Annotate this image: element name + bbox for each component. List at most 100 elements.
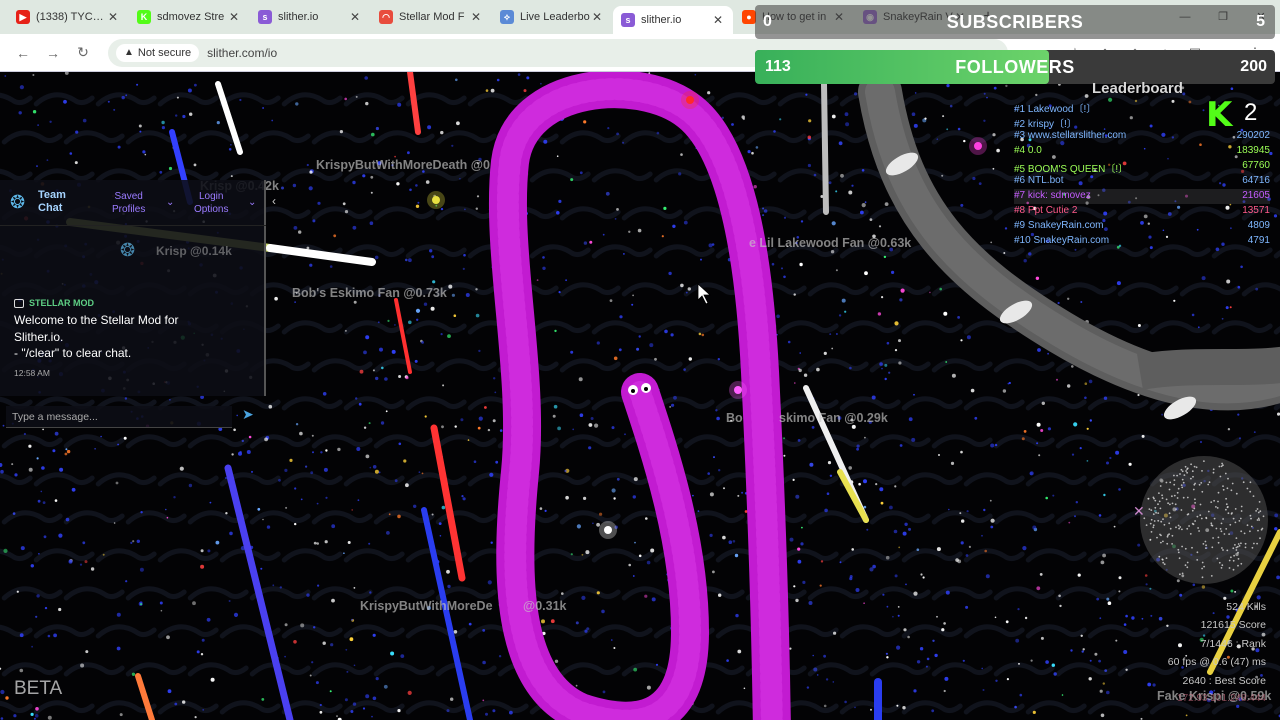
kills-stat: 524 Kills: [1226, 601, 1266, 613]
food-dot: [363, 350, 367, 355]
food-dot: [1103, 396, 1108, 400]
chat-input[interactable]: Type a message...: [6, 406, 232, 428]
browser-tab[interactable]: ◠ Stellar Mod F ✕: [371, 3, 491, 31]
food-dot: [408, 320, 412, 325]
food-dot: [986, 96, 988, 99]
collapse-chevron-icon[interactable]: ‹: [272, 194, 276, 208]
food-dot: [669, 406, 671, 408]
food-dot: [1014, 705, 1017, 709]
back-icon[interactable]: ←: [8, 45, 38, 61]
minimap-dot: [1182, 481, 1185, 484]
minimap-dot: [1181, 478, 1184, 481]
food-dot: [346, 670, 349, 673]
food-dot: [1021, 437, 1025, 441]
security-chip[interactable]: ▲ Not secure: [116, 43, 200, 62]
minimap-dot: [1173, 483, 1176, 486]
food-dot: [372, 369, 375, 372]
minimap-dot: [1194, 520, 1196, 522]
background-swoosh: [1273, 705, 1280, 715]
send-icon[interactable]: ➤: [242, 406, 254, 423]
close-icon[interactable]: ✕: [106, 10, 120, 24]
chevron-down-icon[interactable]: ⌄: [248, 197, 256, 208]
close-icon[interactable]: ✕: [227, 10, 241, 24]
minimap-dot: [1257, 529, 1259, 532]
leaderboard-row: #8 Ppt Cutie 2 13571: [1014, 204, 1270, 219]
beta-label: BETA: [14, 678, 63, 699]
tab-team-chat[interactable]: Team Chat: [38, 189, 66, 215]
food-dot: [718, 593, 722, 597]
score-stat: 121615 Score: [1200, 619, 1266, 632]
reload-icon[interactable]: ↻: [68, 44, 98, 61]
minimap-dot: [1166, 542, 1169, 545]
food-dot: [904, 522, 908, 526]
food-dot: [1115, 639, 1118, 642]
browser-tab[interactable]: Ksdmovez Stre ✕: [129, 3, 249, 31]
food-dot: [478, 349, 481, 353]
food-dot: [897, 606, 900, 608]
background-swoosh: [559, 130, 621, 145]
food-dot: [1084, 382, 1088, 386]
food-dot: [284, 623, 288, 627]
minimap-dot: [1232, 559, 1235, 562]
food-dot: [808, 601, 813, 605]
food-dot: [403, 459, 407, 463]
background-swoosh: [467, 700, 529, 715]
browser-tab[interactable]: s slither.io ✕: [250, 3, 370, 31]
food-dot: [908, 417, 913, 422]
food-dot: [601, 609, 605, 614]
tab-favicon-icon: ●: [742, 10, 756, 24]
food-dot: [1158, 616, 1163, 621]
food-dot: [792, 478, 795, 481]
food-dot: [716, 416, 720, 421]
close-icon[interactable]: ✕: [590, 10, 604, 24]
close-icon[interactable]: ✕: [469, 10, 483, 24]
food-dot: [762, 207, 765, 210]
food-dot: [1125, 668, 1128, 671]
food-dot: [364, 76, 369, 80]
minimap-dot: [1163, 563, 1166, 566]
food-dot: [289, 458, 293, 462]
food-dot: [839, 561, 842, 564]
food-dot: [166, 635, 170, 640]
food-dot: [176, 96, 179, 99]
mod-badge-icon: [14, 298, 24, 308]
food-dot: [239, 450, 242, 454]
food-dot: [707, 472, 710, 475]
background-swoosh: [95, 548, 157, 563]
food-dot: [450, 697, 454, 701]
food-dot: [576, 524, 582, 529]
browser-tab[interactable]: ⟡ Live Leaderbo ✕: [492, 3, 612, 31]
food-dot: [84, 560, 88, 564]
minimap-dots: [1143, 460, 1265, 579]
minimap-dot: [1181, 528, 1183, 531]
food-dot: [100, 435, 102, 438]
food-dot: [365, 335, 370, 340]
minimap-dot: [1250, 525, 1253, 528]
food-dot: [965, 605, 969, 609]
tab-saved-profiles[interactable]: Saved Profiles: [112, 190, 145, 216]
food-dot: [1201, 276, 1206, 281]
minimap-dot: [1196, 551, 1199, 554]
food-dot: [387, 319, 390, 322]
food-dot: [589, 240, 593, 244]
food-dot: [588, 446, 592, 450]
food-dot: [913, 393, 915, 396]
food-dot: [228, 600, 231, 602]
close-icon[interactable]: ✕: [711, 13, 725, 27]
background-swoosh: [0, 92, 33, 106]
minimap-dot: [1148, 508, 1151, 510]
browser-tab[interactable]: s slither.io ✕: [613, 6, 733, 34]
food-dot: [1141, 434, 1145, 438]
chevron-down-icon[interactable]: ⌄: [166, 197, 174, 208]
follower-goal-widget: 113 FOLLOWERS 200: [755, 50, 1275, 84]
food-dot: [869, 567, 874, 572]
forward-icon[interactable]: →: [38, 45, 68, 61]
minimap-dot: [1220, 567, 1223, 569]
food-dot: [943, 311, 948, 316]
close-icon[interactable]: ✕: [348, 10, 362, 24]
tab-login-options[interactable]: Login Options: [194, 190, 228, 216]
background-swoosh: [373, 434, 435, 449]
minimap-dot: [1165, 481, 1168, 484]
food-dot: [30, 564, 34, 568]
browser-tab[interactable]: ▶ (1338) TYC Jay ✕: [8, 3, 128, 31]
